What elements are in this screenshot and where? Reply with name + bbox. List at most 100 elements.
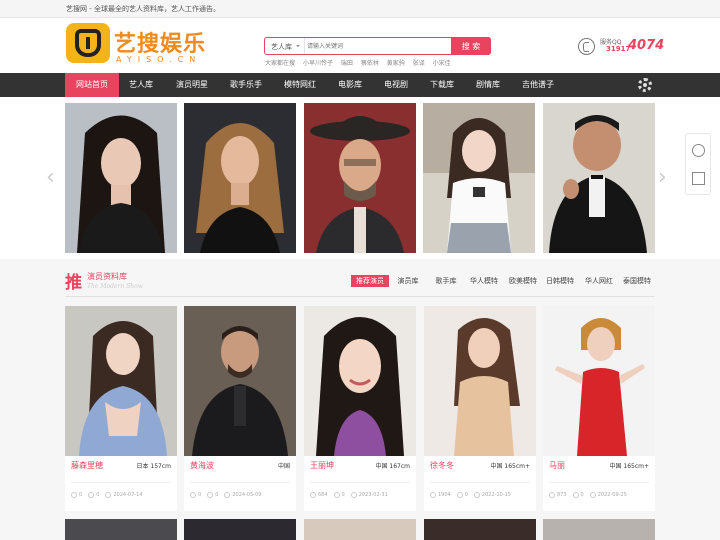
actor-meta: 中国 165cm+ xyxy=(609,463,649,470)
hot-word-link[interactable]: 蔡依林 xyxy=(361,60,379,67)
search-input[interactable] xyxy=(307,39,447,53)
eye-icon xyxy=(549,492,555,498)
comment-icon xyxy=(572,492,579,498)
comment-icon xyxy=(207,492,214,498)
nav-item-tv[interactable]: 电视剧 xyxy=(373,73,419,97)
actor-card[interactable]: 马丽 中国 165cm+ 873 0 2022-09-25 xyxy=(543,306,655,511)
tab-asian-models[interactable]: 日韩模特 xyxy=(543,275,577,287)
tab-thai-models[interactable]: 泰国模特 xyxy=(619,275,655,287)
actor-photo[interactable] xyxy=(424,306,536,456)
actor-name[interactable]: 王丽坤 xyxy=(310,460,334,471)
nav-item-models[interactable]: 模特网红 xyxy=(273,73,327,97)
clock-icon xyxy=(350,492,357,498)
view-count: 0 xyxy=(198,492,202,498)
hot-word-link[interactable]: 黄家驹 xyxy=(387,60,405,67)
tab-recommended[interactable]: 推荐演员 xyxy=(351,275,389,287)
phone-icon xyxy=(578,38,595,55)
carousel-photo[interactable] xyxy=(304,103,416,253)
nav-item-singers[interactable]: 歌手乐手 xyxy=(219,73,273,97)
search-category-select[interactable]: 艺人库 xyxy=(265,38,305,54)
comment-count: 0 xyxy=(464,492,468,498)
actor-stats: 873 0 2022-09-25 xyxy=(549,492,633,499)
eye-icon xyxy=(71,492,77,498)
tab-chinese-models[interactable]: 华人模特 xyxy=(466,275,502,287)
logo-text[interactable]: 艺搜娱乐 xyxy=(114,26,206,58)
comment-icon xyxy=(88,492,95,498)
actor-stats: 1904 0 2022-10-15 xyxy=(430,492,517,499)
nav-item-downloads[interactable]: 下载库 xyxy=(419,73,465,97)
qq-number[interactable]: 31917 xyxy=(606,45,630,53)
tab-actors[interactable]: 演员库 xyxy=(392,275,424,287)
actor-photo-partial[interactable] xyxy=(184,519,296,540)
actor-card[interactable]: 徐冬冬 中国 165cm+ 1904 0 2022-10-15 xyxy=(424,306,536,511)
search-bar: 艺人库 搜 索 xyxy=(264,37,491,55)
tab-singers[interactable]: 歌手库 xyxy=(429,275,463,287)
gear-icon[interactable] xyxy=(638,78,652,92)
clock-icon xyxy=(473,492,480,498)
nav-item-plots[interactable]: 剧情库 xyxy=(465,73,511,97)
actor-name[interactable]: 黄海波 xyxy=(190,460,214,471)
hot-word-link[interactable]: 张译 xyxy=(413,60,425,67)
site-tagline: 艺搜网 - 全球最全的艺人资料库，艺人工作通告。 xyxy=(66,5,220,13)
top-bar: 艺搜网 - 全球最全的艺人资料库，艺人工作通告。 xyxy=(0,0,720,18)
support-icon[interactable] xyxy=(692,144,705,157)
hot-word-link[interactable]: 小宋佳 xyxy=(433,60,451,67)
carousel-next-arrow-icon[interactable]: › xyxy=(658,165,667,190)
logo-icon[interactable] xyxy=(66,23,110,63)
actor-name[interactable]: 藤森里穂 xyxy=(71,460,103,471)
view-count: 0 xyxy=(79,492,83,498)
main-nav: 网站首页 艺人库 演员明星 歌手乐手 模特网红 电影库 电视剧 下载库 剧情库 … xyxy=(0,73,720,97)
actor-photo-partial[interactable] xyxy=(65,519,177,540)
view-count: 873 xyxy=(557,492,567,498)
clock-icon xyxy=(589,492,596,498)
qrcode-icon[interactable] xyxy=(692,172,705,185)
floating-toolbar xyxy=(685,133,711,195)
comment-count: 0 xyxy=(341,492,345,498)
hot-word-link[interactable]: 小早川怜子 xyxy=(303,60,333,67)
nav-item-actors[interactable]: 演员明星 xyxy=(165,73,219,97)
eye-icon xyxy=(310,492,316,498)
nav-item-movies[interactable]: 电影库 xyxy=(327,73,373,97)
actor-photo[interactable] xyxy=(65,306,177,456)
eye-icon xyxy=(190,492,196,498)
actor-meta: 中国 167cm xyxy=(375,463,410,470)
actor-photo[interactable] xyxy=(184,306,296,456)
card-divider xyxy=(430,482,530,483)
hot-word-label: 大家都在搜 xyxy=(265,60,296,67)
carousel-prev-arrow-icon[interactable]: ‹ xyxy=(46,165,55,190)
section-subtitle: The Modern Show xyxy=(87,283,143,290)
post-date: 2024-07-14 xyxy=(113,492,143,498)
actor-card[interactable]: 藤森里穂 日本 157cm 0 0 2024-07-14 xyxy=(65,306,177,511)
actor-photo[interactable] xyxy=(304,306,416,456)
actor-photo[interactable] xyxy=(543,306,655,456)
actor-stats: 0 0 2024-07-14 xyxy=(71,492,148,499)
comment-count: 0 xyxy=(580,492,584,498)
section-badge: 推 xyxy=(65,273,82,293)
header: 艺搜娱乐 AYISO.CN 艺人库 搜 索 大家都在搜 小早川怜子 瑞田 蔡依林… xyxy=(0,18,720,73)
carousel-photo[interactable] xyxy=(543,103,655,253)
nav-item-artists[interactable]: 艺人库 xyxy=(119,73,163,97)
nav-item-home[interactable]: 网站首页 xyxy=(65,73,119,97)
actor-photo-partial[interactable] xyxy=(543,519,655,540)
nav-item-guitar[interactable]: 吉他谱子 xyxy=(511,73,565,97)
section-divider xyxy=(65,296,655,297)
tab-influencers[interactable]: 华人网红 xyxy=(581,275,617,287)
qq-number-large[interactable]: 4074 xyxy=(628,38,664,53)
actor-card[interactable]: 王丽坤 中国 167cm 684 0 2023-02-31 xyxy=(304,306,416,511)
card-divider xyxy=(190,482,290,483)
actor-photo-partial[interactable] xyxy=(304,519,416,540)
carousel-photo[interactable] xyxy=(423,103,535,253)
clock-icon xyxy=(105,492,112,498)
actor-card[interactable]: 黄海波 中国 0 0 2024-05-09 xyxy=(184,306,296,511)
search-button[interactable]: 搜 索 xyxy=(451,37,491,55)
actor-name[interactable]: 马丽 xyxy=(549,460,565,471)
card-divider xyxy=(549,482,649,483)
actor-photo-partial[interactable] xyxy=(424,519,536,540)
post-date: 2023-02-31 xyxy=(358,492,388,498)
carousel-photo[interactable] xyxy=(184,103,296,253)
hot-word-link[interactable]: 瑞田 xyxy=(341,60,353,67)
view-count: 1904 xyxy=(438,492,451,498)
carousel-photo[interactable] xyxy=(65,103,177,253)
tab-western-models[interactable]: 欧美模特 xyxy=(505,275,541,287)
actor-name[interactable]: 徐冬冬 xyxy=(430,460,454,471)
